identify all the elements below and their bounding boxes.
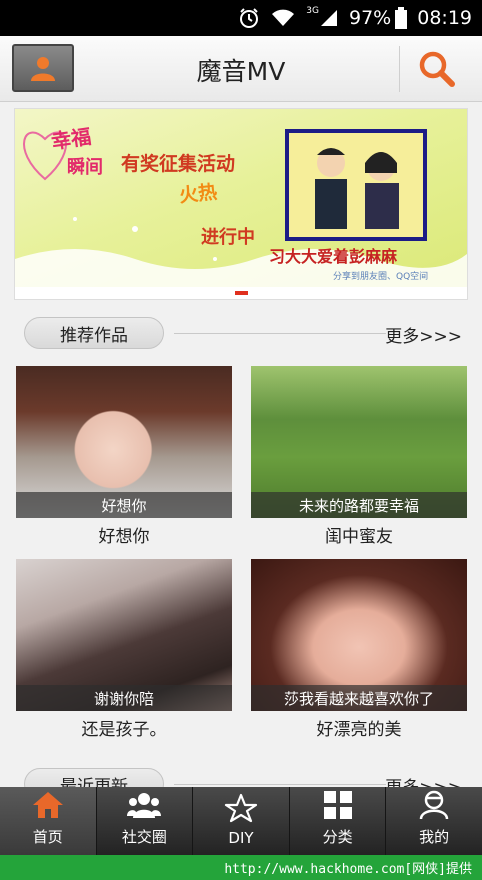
work-caption: 莎我看越来越喜欢你了 [251, 685, 467, 711]
people-icon [127, 793, 162, 818]
tab-social-label: 社交圈 [121, 828, 167, 846]
tab-category-label: 分类 [322, 828, 353, 846]
watermark-strip: http://www.hackhome.com[网侠]提供 [0, 855, 482, 880]
promo-banner[interactable]: 幸福 瞬间 有奖征集活动 火热 进行中 习大大爱着彭麻麻 分享到朋友圈、QQ空间 [14, 108, 468, 300]
banner-ongoing-text: 进行中 [201, 227, 255, 248]
alarm-icon [238, 7, 260, 29]
tab-mine[interactable]: 我的 [386, 787, 482, 855]
tab-home-label: 首页 [32, 828, 63, 846]
banner-portrait-frame [285, 129, 427, 241]
page-title: 魔音MV [196, 57, 286, 86]
recommend-section-header: 推荐作品 更多>>> [24, 317, 468, 351]
work-card[interactable]: 莎我看越来越喜欢你了 好漂亮的美 [251, 559, 467, 740]
tab-diy-label: DIY [228, 829, 254, 847]
wifi-icon [270, 8, 296, 28]
work-title: 还是孩子。 [81, 720, 167, 740]
work-thumbnail[interactable]: 好想你 [16, 366, 232, 518]
signal-indicator: 3G [306, 6, 339, 28]
banner-text-line2: 瞬间 [67, 157, 103, 178]
search-icon [419, 51, 455, 87]
battery-percent: 97% [349, 7, 392, 29]
work-thumbnail[interactable]: 谢谢你陪 [16, 559, 232, 711]
tab-category[interactable]: 分类 [290, 787, 387, 855]
section-divider [174, 784, 386, 785]
bottom-tab-bar: 首页 社交圈 DIY 分类 我的 [0, 787, 482, 855]
search-button[interactable] [412, 46, 460, 92]
signal-icon [321, 10, 337, 26]
recommend-more-link[interactable]: 更多>>> [385, 322, 462, 347]
battery-icon [395, 7, 408, 29]
watermark-text: http://www.hackhome.com[网侠]提供 [224, 862, 472, 877]
banner-hot-text: 火热 [178, 181, 219, 207]
user-icon [419, 790, 449, 820]
banner-headline: 有奖征集活动 [121, 153, 236, 175]
work-card[interactable]: 谢谢你陪 还是孩子。 [16, 559, 232, 740]
work-card[interactable]: 好想你 好想你 [16, 366, 232, 547]
star-icon [224, 793, 258, 823]
battery-indicator: 97% [349, 7, 408, 29]
recommend-label: 推荐作品 [24, 317, 164, 349]
banner-image[interactable]: 幸福 瞬间 有奖征集活动 火热 进行中 习大大爱着彭麻麻 分享到朋友圈、QQ空间 [15, 109, 467, 287]
work-title: 好想你 [98, 527, 150, 547]
banner-text-line1: 幸福 [49, 124, 93, 154]
tab-home[interactable]: 首页 [0, 787, 97, 855]
banner-share-text: 分享到朋友圈、QQ空间 [333, 272, 429, 282]
grid-icon [323, 791, 352, 819]
home-icon [32, 792, 63, 818]
network-type: 3G [306, 6, 319, 16]
title-bar: 魔音MV [0, 36, 482, 102]
work-thumbnail[interactable]: 未来的路都要幸福 [251, 366, 467, 518]
work-caption: 好想你 [16, 492, 232, 518]
tab-social[interactable]: 社交圈 [97, 787, 194, 855]
clock: 08:19 [417, 7, 472, 29]
work-title: 闺中蜜友 [325, 527, 393, 547]
work-thumbnail[interactable]: 莎我看越来越喜欢你了 [251, 559, 467, 711]
banner-caption: 习大大爱着彭麻麻 [269, 247, 398, 266]
work-card[interactable]: 未来的路都要幸福 闺中蜜友 [251, 366, 467, 547]
title-divider [399, 46, 400, 92]
banner-page-indicator [235, 291, 248, 295]
work-caption: 谢谢你陪 [16, 685, 232, 711]
status-bar: 3G 97% 08:19 [0, 0, 482, 36]
work-caption: 未来的路都要幸福 [251, 492, 467, 518]
section-divider [174, 333, 386, 334]
tab-mine-label: 我的 [419, 828, 450, 846]
banner-couple-illustration [289, 133, 423, 237]
work-title: 好漂亮的美 [316, 720, 402, 740]
tab-diy[interactable]: DIY [193, 787, 290, 855]
